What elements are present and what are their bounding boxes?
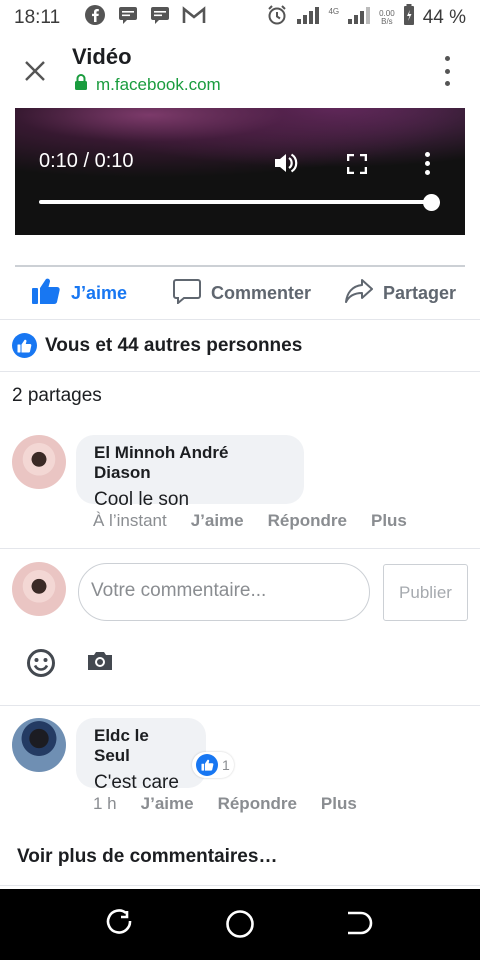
divider xyxy=(0,548,480,549)
video-progress-handle[interactable] xyxy=(423,194,440,211)
comment-author[interactable]: El Minnoh André Diason xyxy=(94,443,286,483)
comment-button[interactable]: Commenter xyxy=(173,278,311,309)
fullscreen-icon[interactable] xyxy=(346,153,368,179)
comment-text: C'est care xyxy=(94,772,179,793)
comment-time[interactable]: 1 h xyxy=(93,794,117,814)
more-options-icon[interactable] xyxy=(444,56,450,86)
my-avatar xyxy=(12,562,66,616)
battery-percent: 44 % xyxy=(422,7,466,28)
comment-bubble: El Minnoh André Diason Cool le son xyxy=(76,435,304,510)
comment-more-button[interactable]: Plus xyxy=(371,511,407,531)
comment-reply-button[interactable]: Répondre xyxy=(268,511,347,531)
comment-bubble: Eldc le Seul C'est care xyxy=(76,718,206,793)
reaction-count: 1 xyxy=(222,757,230,773)
signal-icon xyxy=(296,5,320,31)
comment-like-button[interactable]: J’aime xyxy=(141,794,194,814)
comment-author[interactable]: Eldc le Seul xyxy=(94,726,188,766)
comment-text: Cool le son xyxy=(94,489,190,510)
thumbs-up-icon xyxy=(31,277,61,310)
battery-icon xyxy=(403,4,415,32)
like-label: J’aime xyxy=(71,282,128,303)
video-progress-bar[interactable] xyxy=(39,200,432,204)
share-button[interactable]: Partager xyxy=(345,278,456,309)
comment-icon xyxy=(173,278,201,309)
comment-label: Commenter xyxy=(211,282,312,303)
comment-meta: 1 h J’aime Répondre Plus xyxy=(93,794,357,814)
status-bar: 18:11 4G 0.00 B/s 44 % xyxy=(0,0,480,36)
system-nav-bar xyxy=(0,889,480,960)
video-player[interactable]: 0:10 / 0:10 xyxy=(15,108,465,235)
like-button[interactable]: J’aime xyxy=(31,277,127,310)
comment-meta: À l’instant J’aime Répondre Plus xyxy=(93,511,407,531)
message-notification-icon xyxy=(118,6,138,30)
network-type: 4G xyxy=(328,7,340,16)
video-timecode: 0:10 / 0:10 xyxy=(39,150,134,172)
lock-icon xyxy=(74,74,88,95)
alarm-icon xyxy=(266,4,288,32)
publish-button[interactable]: Publier xyxy=(383,564,468,621)
comment-more-button[interactable]: Plus xyxy=(321,794,357,814)
share-label: Partager xyxy=(383,282,457,303)
reactions-text: Vous et 44 autres personnes xyxy=(45,334,303,356)
video-options-icon[interactable] xyxy=(425,152,430,175)
home-icon[interactable] xyxy=(225,909,255,944)
see-more-comments-link[interactable]: Voir plus de commentaires… xyxy=(17,846,277,868)
browser-header: Vidéo m.facebook.com xyxy=(0,36,480,108)
avatar[interactable] xyxy=(12,435,66,489)
message-notification-icon-2 xyxy=(150,6,170,30)
close-icon[interactable] xyxy=(22,58,48,84)
url-display: m.facebook.com xyxy=(74,74,221,95)
avatar[interactable] xyxy=(12,718,66,772)
post-actions: J’aime Commenter Partager xyxy=(15,265,465,319)
comment-reply-button[interactable]: Répondre xyxy=(218,794,297,814)
divider xyxy=(0,705,480,706)
reactions-summary[interactable]: Vous et 44 autres personnes xyxy=(12,333,302,358)
facebook-notification-icon xyxy=(84,4,106,32)
divider xyxy=(0,371,480,372)
network-speed: 0.00 B/s xyxy=(379,9,395,26)
volume-icon[interactable] xyxy=(273,151,299,180)
divider xyxy=(0,885,480,886)
comment-reaction-badge[interactable]: 1 xyxy=(192,752,234,778)
recent-apps-icon[interactable] xyxy=(106,909,134,944)
signal-icon-2 xyxy=(347,5,371,31)
status-time: 18:11 xyxy=(14,7,61,28)
like-reaction-icon xyxy=(196,754,218,776)
camera-icon[interactable] xyxy=(86,649,114,678)
share-icon xyxy=(345,278,373,309)
back-icon[interactable] xyxy=(345,909,373,944)
shares-count[interactable]: 2 partages xyxy=(12,385,102,407)
gmail-icon xyxy=(182,6,206,30)
like-reaction-icon xyxy=(12,333,37,358)
page-title: Vidéo xyxy=(72,44,132,69)
comment-like-button[interactable]: J’aime xyxy=(191,511,244,531)
comment-input[interactable]: Votre commentaire... xyxy=(78,563,370,621)
emoji-icon[interactable] xyxy=(26,648,56,683)
url-text: m.facebook.com xyxy=(96,74,221,94)
divider xyxy=(0,319,480,320)
comment-time[interactable]: À l’instant xyxy=(93,511,167,531)
